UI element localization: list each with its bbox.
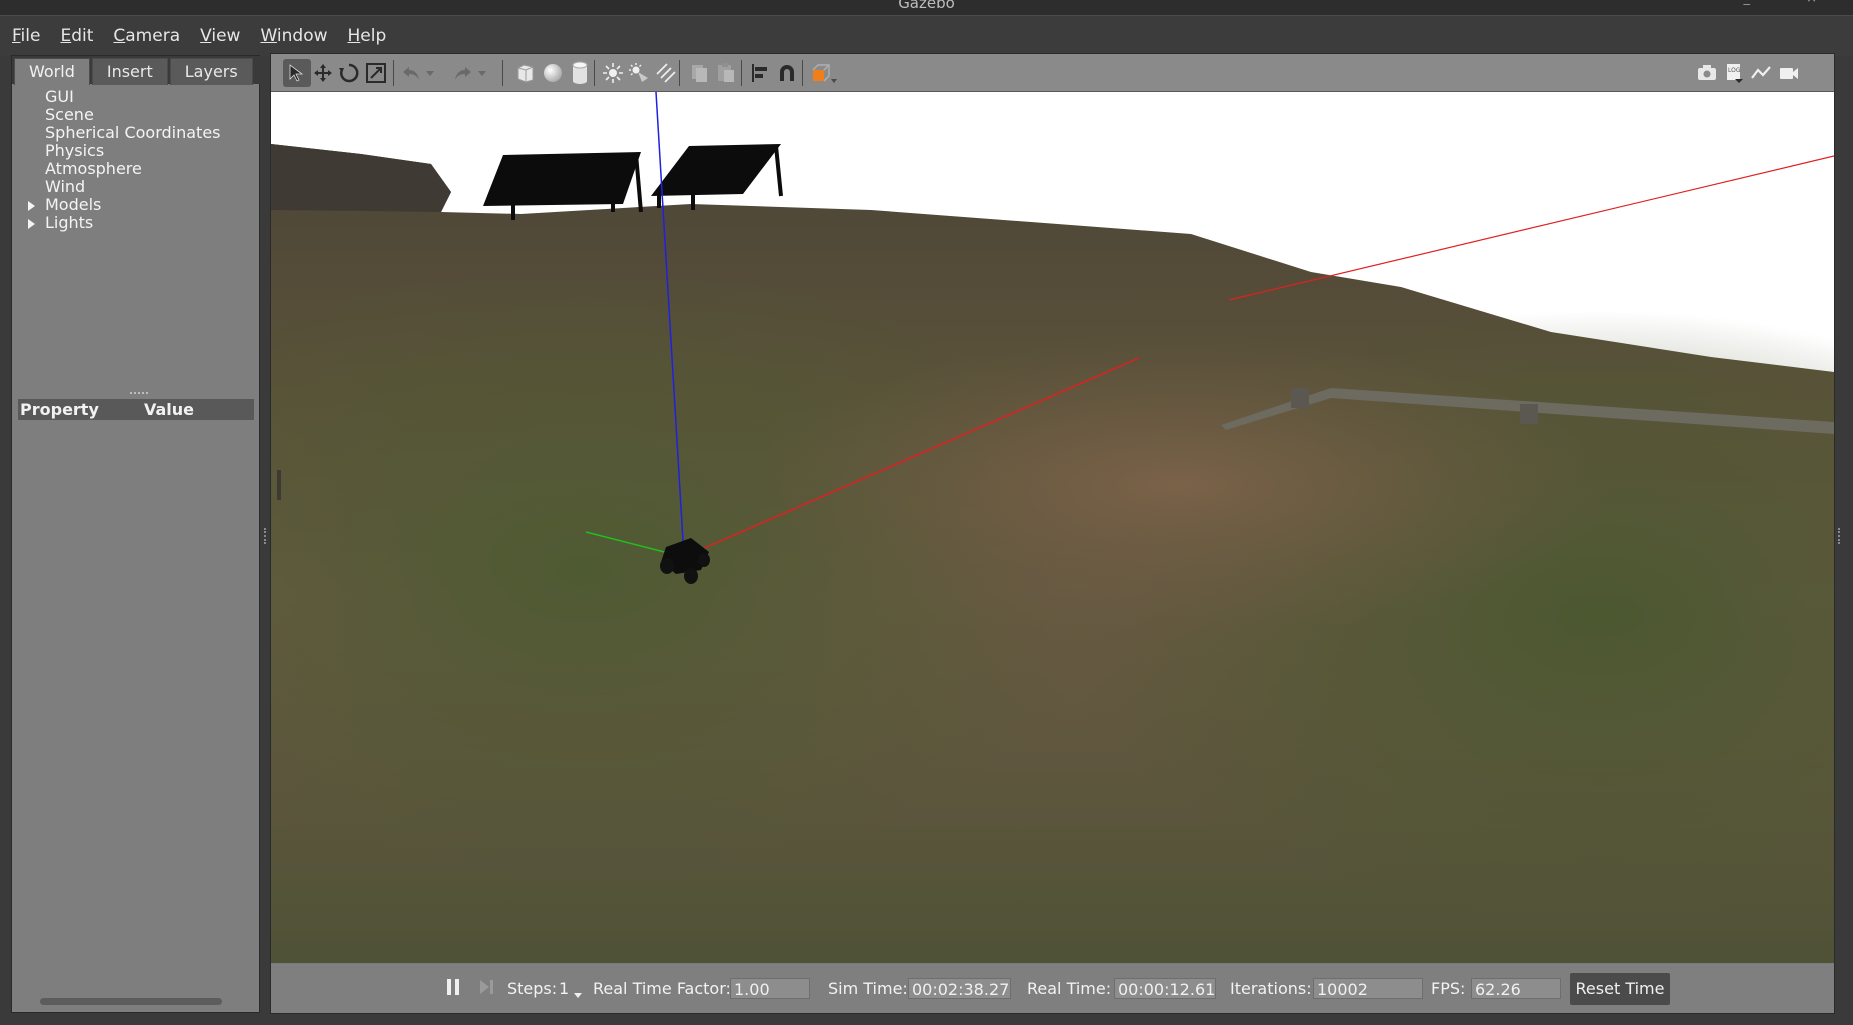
- translate-mode-icon[interactable]: [309, 59, 337, 87]
- log-icon[interactable]: LOG: [1720, 59, 1748, 87]
- menu-view[interactable]: View: [200, 26, 240, 46]
- undo-dropdown-icon[interactable]: [423, 59, 437, 87]
- menu-edit[interactable]: Edit: [60, 26, 93, 46]
- tab-world[interactable]: World: [14, 58, 90, 85]
- window-title: Gazebo: [898, 0, 955, 12]
- window-titlebar: Gazebo _ ×: [0, 0, 1853, 15]
- snap-icon[interactable]: [773, 59, 801, 87]
- real-time-factor-field: 1.00: [730, 978, 810, 999]
- expand-arrow-icon[interactable]: [28, 201, 35, 211]
- pause-button[interactable]: [445, 977, 461, 1001]
- directional-light-icon[interactable]: [652, 59, 680, 87]
- tree-item-physics[interactable]: Physics: [12, 142, 261, 160]
- property-column-header: Property: [20, 400, 99, 419]
- svg-text:LOG: LOG: [1728, 67, 1741, 74]
- align-icon[interactable]: [746, 59, 774, 87]
- step-button[interactable]: [478, 977, 496, 1001]
- rotate-mode-icon[interactable]: [335, 59, 363, 87]
- tree-item-models[interactable]: Models: [12, 196, 261, 214]
- fps-label: FPS:: [1431, 979, 1466, 998]
- iterations-field: 10002: [1313, 978, 1423, 999]
- value-column-header: Value: [144, 400, 195, 419]
- scale-mode-icon[interactable]: [362, 59, 390, 87]
- iterations-label: Iterations:: [1230, 979, 1312, 998]
- menu-camera[interactable]: Camera: [113, 26, 180, 46]
- undo-icon[interactable]: [397, 59, 425, 87]
- expand-arrow-icon[interactable]: [28, 219, 35, 229]
- sim-time-label: Sim Time:: [828, 979, 908, 998]
- menu-bar: File Edit Camera View Window Help: [0, 15, 1853, 56]
- steps-dropdown-icon[interactable]: [573, 985, 583, 1004]
- real-time-factor-label: Real Time Factor:: [593, 979, 731, 998]
- property-table-header: Property Value: [18, 399, 254, 420]
- real-time-field: 00:00:12.611: [1114, 978, 1216, 999]
- steps-label: Steps:: [507, 979, 558, 998]
- tab-insert[interactable]: Insert: [91, 58, 168, 85]
- tree-item-gui[interactable]: GUI: [12, 88, 261, 106]
- menu-help[interactable]: Help: [348, 26, 387, 46]
- tree-item-spherical-coordinates[interactable]: Spherical Coordinates: [12, 124, 261, 142]
- plot-icon[interactable]: [1747, 59, 1775, 87]
- select-mode-icon[interactable]: [283, 59, 311, 87]
- real-time-label: Real Time:: [1027, 979, 1112, 998]
- tree-item-scene[interactable]: Scene: [12, 106, 261, 124]
- menu-window[interactable]: Window: [260, 26, 327, 46]
- fps-field: 62.26: [1471, 978, 1561, 999]
- left-splitter-handle[interactable]: [264, 528, 268, 544]
- right-splitter-handle[interactable]: [1838, 528, 1842, 544]
- tab-layers[interactable]: Layers: [169, 58, 253, 85]
- left-panel-tabs: World Insert Layers: [12, 56, 263, 85]
- render-toolbar: LOG: [271, 54, 1834, 92]
- tree-item-wind[interactable]: Wind: [12, 178, 261, 196]
- menu-file[interactable]: File: [12, 26, 40, 46]
- world-tree: GUI Scene Spherical Coordinates Physics …: [12, 88, 261, 232]
- horizontal-scrollbar[interactable]: [40, 998, 222, 1005]
- copy-icon[interactable]: [685, 59, 713, 87]
- redo-dropdown-icon[interactable]: [475, 59, 489, 87]
- reset-time-button[interactable]: Reset Time: [1570, 973, 1670, 1005]
- view-angle-icon[interactable]: [807, 59, 841, 87]
- sphere-shape-icon[interactable]: [539, 59, 567, 87]
- window-controls[interactable]: _ ×: [1743, 0, 1843, 5]
- left-panel: World Insert Layers GUI Scene Spherical …: [11, 55, 263, 1013]
- spot-light-icon[interactable]: [625, 59, 653, 87]
- cylinder-shape-icon[interactable]: [566, 59, 594, 87]
- point-light-icon[interactable]: [599, 59, 627, 87]
- screenshot-icon[interactable]: [1693, 59, 1721, 87]
- panel-splitter-handle[interactable]: [130, 392, 148, 397]
- redo-icon[interactable]: [449, 59, 477, 87]
- video-record-icon[interactable]: [1775, 59, 1803, 87]
- steps-value[interactable]: 1: [559, 979, 569, 998]
- box-shape-icon[interactable]: [511, 59, 539, 87]
- render-viewport[interactable]: [271, 92, 1834, 963]
- status-bar: Steps: 1 Real Time Factor: 1.00 Sim Time…: [271, 964, 1834, 1013]
- sim-time-field: 00:02:38.277: [908, 978, 1011, 999]
- tree-item-lights[interactable]: Lights: [12, 214, 261, 232]
- tree-item-atmosphere[interactable]: Atmosphere: [12, 160, 261, 178]
- paste-icon[interactable]: [712, 59, 740, 87]
